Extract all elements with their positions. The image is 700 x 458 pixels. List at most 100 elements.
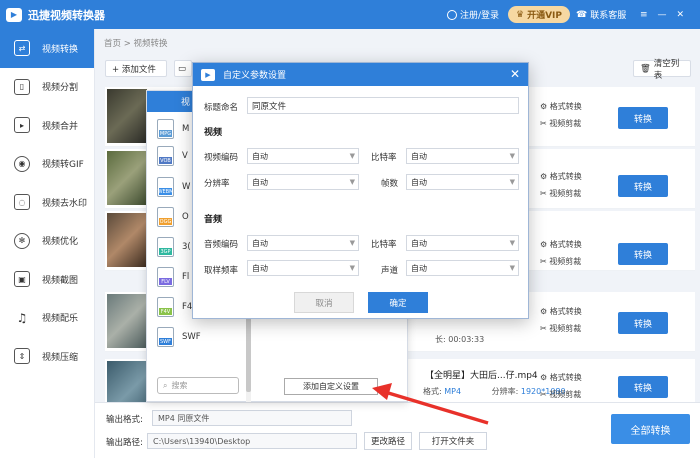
label: 打开文件夹 <box>431 437 475 447</box>
convert-button[interactable]: 转换 <box>618 312 668 334</box>
format-item[interactable]: FLV Fl <box>157 267 189 287</box>
output-format-select[interactable]: MP4 同原文件 <box>152 410 352 426</box>
add-file-button[interactable]: + 添加文件 <box>105 60 167 77</box>
sidebar-item-compress[interactable]: ⇕ 视频压缩 <box>0 337 94 376</box>
close-icon[interactable]: ✕ <box>510 67 520 81</box>
sidebar-item-label: 视频转换 <box>42 44 79 55</box>
select-value: 自动 <box>411 177 427 187</box>
split-icon: ▯ <box>14 78 30 95</box>
row-file-title: 【全明星】大田后...仔.mp4 <box>425 371 538 381</box>
select-value: 自动 <box>252 177 268 187</box>
file-format-icon: 3GP <box>157 237 174 257</box>
select-value: 自动 <box>252 151 268 161</box>
output-format-label: 输出格式: <box>106 415 143 425</box>
audio-codec-select[interactable]: 自动 ▼ <box>247 235 359 251</box>
video-clip-button[interactable]: ✂ 视频剪裁 <box>540 118 582 129</box>
output-path-value: C:\Users\13940\Desktop <box>153 436 251 446</box>
convert-button[interactable]: 转换 <box>618 243 668 265</box>
sidebar-item-label: 视频去水印 <box>42 198 88 209</box>
sidebar-item-music[interactable]: ♫ 视频配乐 <box>0 299 94 338</box>
sidebar-item-merge[interactable]: ▸ 视频合并 <box>0 106 94 145</box>
minimize-icon[interactable]: — <box>658 10 667 20</box>
label: 确定 <box>389 298 407 309</box>
change-path-button[interactable]: 更改路径 <box>364 432 412 450</box>
breadcrumb-home[interactable]: 首页 <box>104 39 121 49</box>
convert-button[interactable]: 转换 <box>618 175 668 197</box>
sample-rate-select[interactable]: 自动 ▼ <box>247 260 359 276</box>
row-ops: ⚙ 格式转换 ✂ 视频剪裁 <box>540 372 582 400</box>
trash-icon: 🗑 <box>640 63 651 74</box>
sidebar-item-optimize[interactable]: ✻ 视频优化 <box>0 222 94 261</box>
select-value: 自动 <box>411 263 427 273</box>
format-item[interactable]: VOB V <box>157 146 188 166</box>
video-thumbnail <box>107 151 147 205</box>
title-name-value: 同原文件 <box>252 101 287 112</box>
file-format-icon: OGG <box>157 207 174 227</box>
app-title: 迅捷视频转换器 <box>28 8 105 22</box>
video-codec-select[interactable]: 自动 ▼ <box>247 148 359 164</box>
format-item[interactable]: OGG O <box>157 207 189 227</box>
select-value: 自动 <box>411 151 427 161</box>
convert-button[interactable]: 转换 <box>618 376 668 398</box>
output-path-field[interactable]: C:\Users\13940\Desktop <box>147 433 357 449</box>
format-convert-button[interactable]: ⚙ 格式转换 <box>540 372 582 383</box>
bottom-bar: 输出格式: MP4 同原文件 输出路径: C:\Users\13940\Desk… <box>95 402 700 458</box>
video-clip-button[interactable]: ✂ 视频剪裁 <box>540 188 582 199</box>
vip-button[interactable]: ♛ 开通VIP <box>508 6 570 23</box>
fps-select[interactable]: 自动 ▼ <box>406 174 519 190</box>
chevron-down-icon: ▼ <box>349 178 355 186</box>
close-window-icon[interactable]: ✕ <box>677 10 685 20</box>
format-item[interactable]: WEBM W <box>157 177 190 197</box>
sidebar-item-screenshot[interactable]: ▣ 视频截图 <box>0 260 94 299</box>
sidebar-item-convert[interactable]: ⇄ 视频转换 <box>0 29 94 68</box>
audio-bitrate-select[interactable]: 自动 ▼ <box>406 235 519 251</box>
sidebar-item-split[interactable]: ▯ 视频分割 <box>0 68 94 107</box>
convert-all-button[interactable]: 全部转换 <box>611 414 690 444</box>
format-convert-button[interactable]: ⚙ 格式转换 <box>540 239 582 250</box>
label: 取消 <box>315 298 333 309</box>
sidebar-item-gif[interactable]: ◉ 视频转GIF <box>0 145 94 184</box>
ok-button[interactable]: 确定 <box>368 292 428 313</box>
video-clip-button[interactable]: ✂ 视频剪裁 <box>540 323 582 334</box>
resolution-select[interactable]: 自动 ▼ <box>247 174 359 190</box>
video-clip-button[interactable]: ✂ 视频剪裁 <box>540 256 582 267</box>
label: 格式转换 <box>549 102 582 111</box>
cancel-button[interactable]: 取消 <box>294 292 354 313</box>
convert-button[interactable]: 转换 <box>618 107 668 129</box>
sidebar-item-label: 视频合并 <box>42 121 79 132</box>
clear-list-button[interactable]: 🗑 清空列表 <box>633 59 691 81</box>
label: 视频剪裁 <box>549 189 582 198</box>
label: 添加自定义设置 <box>303 382 359 391</box>
optimize-icon: ✻ <box>14 232 30 249</box>
label: 转换 <box>633 319 652 330</box>
file-format-icon: FLV <box>157 267 174 287</box>
login-link[interactable]: 注册/登录 <box>447 0 499 29</box>
label: 格式转换 <box>549 240 582 249</box>
name-label: 标题命名 <box>204 103 239 113</box>
format-convert-button[interactable]: ⚙ 格式转换 <box>540 101 582 112</box>
format-convert-button[interactable]: ⚙ 格式转换 <box>540 306 582 317</box>
format-convert-button[interactable]: ⚙ 格式转换 <box>540 171 582 182</box>
format-item[interactable]: SWF SWF <box>157 327 201 347</box>
format-item[interactable]: MPG M <box>157 119 189 139</box>
format-item[interactable]: F4V F4 <box>157 297 192 317</box>
service-link[interactable]: ☎ 联系客服 <box>576 0 626 29</box>
channel-select[interactable]: 自动 ▼ <box>406 260 519 276</box>
app-logo-icon: ▶ <box>6 7 22 22</box>
video-clip-button[interactable]: ✂ 视频剪裁 <box>540 389 582 400</box>
open-folder-button[interactable]: 打开文件夹 <box>419 432 487 450</box>
menu-icon[interactable]: ≡ <box>640 10 648 20</box>
add-file-label: + 添加文件 <box>112 64 156 75</box>
bitrate-select[interactable]: 自动 ▼ <box>406 148 519 164</box>
chevron-down-icon: ▼ <box>349 264 355 272</box>
title-name-input[interactable]: 同原文件 <box>247 97 519 114</box>
row-duration: 长: 00:03:33 <box>435 335 485 344</box>
format-search-input[interactable]: ⌕ 搜索 <box>157 377 239 394</box>
video-thumbnail <box>107 213 147 267</box>
format-item[interactable]: 3GP 3( <box>157 237 191 257</box>
label: 更改路径 <box>370 437 405 447</box>
sidebar-item-watermark[interactable]: ◌ 视频去水印 <box>0 183 94 222</box>
add-folder-button[interactable]: ▭ <box>174 60 192 77</box>
add-custom-setting-button[interactable]: 添加自定义设置 <box>284 378 378 395</box>
format-ext: MPG <box>159 130 172 137</box>
